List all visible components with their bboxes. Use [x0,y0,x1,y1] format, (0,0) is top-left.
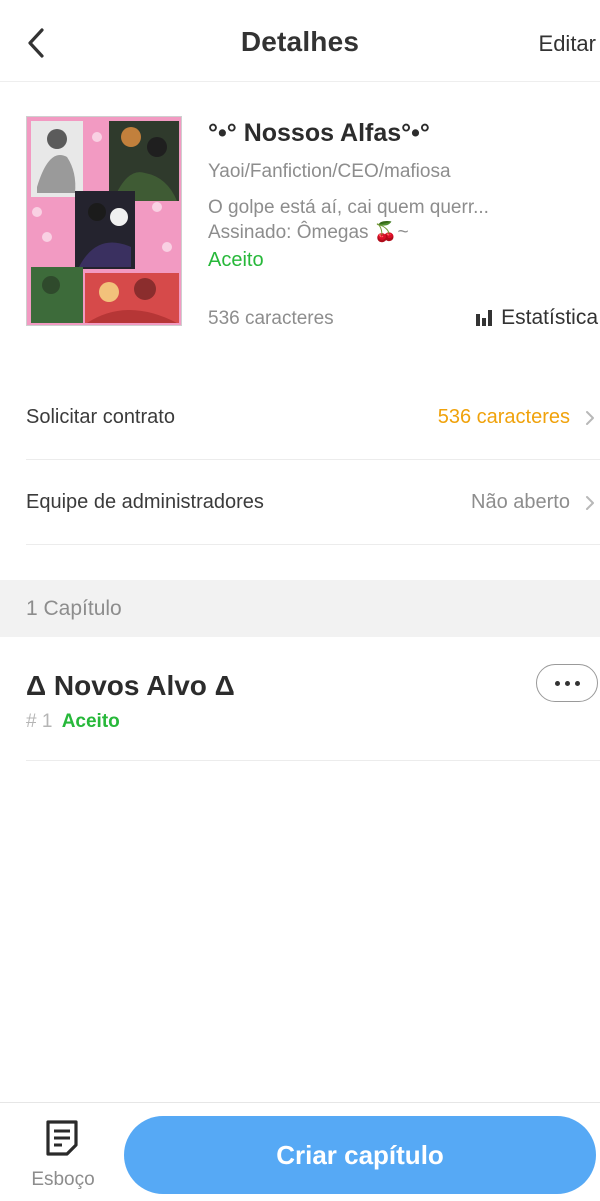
top-bar: Detalhes Editar [0,0,600,82]
edit-button[interactable]: Editar [539,31,596,57]
story-cover-image[interactable] [26,116,182,326]
page-title: Detalhes [240,26,360,57]
statistics-label: Estatística [501,306,598,329]
story-description: O golpe está aí, cai quem querr... Assin… [208,195,588,245]
chapter-item[interactable]: Δ Novos Alvo Δ # 1 Aceito [26,650,600,761]
chapter-number: # 1 [26,711,53,732]
chevron-right-icon [586,410,594,425]
more-dots-icon [574,680,580,686]
draft-label: Esboço [31,1169,95,1190]
row-request-contract[interactable]: Solicitar contrato 536 caracteres [26,376,600,460]
story-tags: Yaoi/Fanfiction/CEO/mafiosa [208,161,451,182]
statistics-button[interactable]: Estatística [475,306,598,330]
story-details-screen: Detalhes Editar °•° Nossos Alfas°•° Yaoi… [0,0,600,1201]
row-admin-team[interactable]: Equipe de administradores Não aberto [26,461,600,545]
bottom-action-bar: Esboço Criar capítulo [0,1102,600,1201]
create-chapter-button[interactable]: Criar capítulo [124,1116,596,1194]
story-status-badge: Aceito [208,249,264,271]
chapter-more-button[interactable] [536,664,598,702]
chapter-title: Δ Novos Alvo Δ [26,670,235,701]
description-line: Assinado: Ômegas 🍒~ [208,222,409,243]
row-label: Solicitar contrato [26,406,175,428]
chapter-meta: # 1 Aceito [26,711,120,733]
more-dots-icon [554,680,560,686]
chapters-section-header: 1 Capítulo [0,580,600,637]
story-title: °•° Nossos Alfas°•° [208,119,430,147]
chevron-right-icon [586,495,594,510]
row-label: Equipe de administradores [26,491,264,513]
chapter-status-badge: Aceito [61,711,120,732]
bar-chart-icon [476,310,493,326]
chapters-count: 1 Capítulo [26,597,122,620]
draft-button[interactable]: Esboço [20,1119,106,1195]
description-line: O golpe está aí, cai quem querr... [208,197,489,218]
story-char-count: 536 caracteres [208,308,334,329]
draft-document-icon [46,1120,78,1156]
row-value: Não aberto [471,491,570,513]
more-dots-icon [564,680,570,686]
row-value: 536 caracteres [437,406,570,428]
cover-collage-image [27,117,181,325]
